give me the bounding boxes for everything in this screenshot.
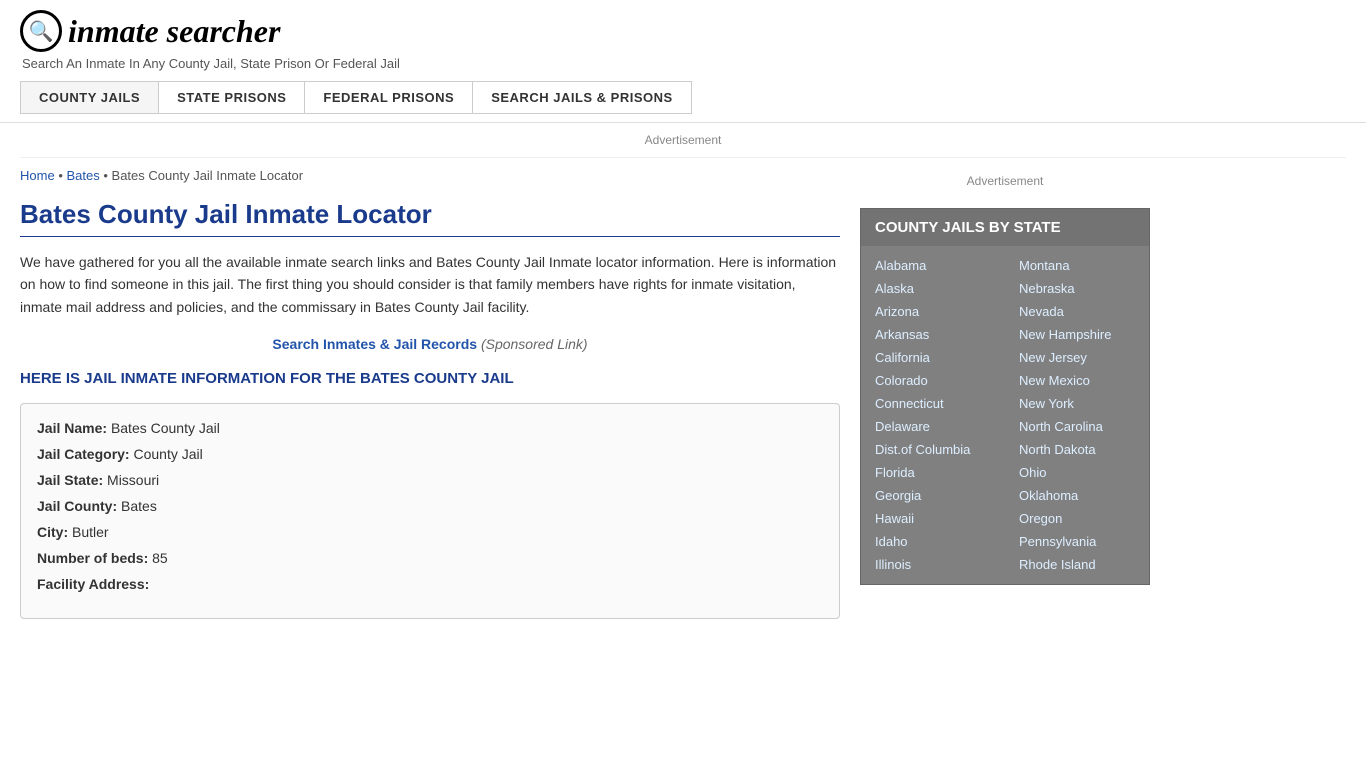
logo-searcher: searcher bbox=[159, 13, 281, 49]
state-link[interactable]: Rhode Island bbox=[1005, 553, 1149, 576]
breadcrumb-home[interactable]: Home bbox=[20, 168, 55, 183]
jail-category-row: Jail Category: County Jail bbox=[37, 446, 823, 462]
search-link-area: Search Inmates & Jail Records (Sponsored… bbox=[20, 336, 840, 352]
beds_label: Number of beds: bbox=[37, 550, 148, 566]
state-link[interactable]: Colorado bbox=[861, 369, 1005, 392]
state-link[interactable]: California bbox=[861, 346, 1005, 369]
state-link[interactable]: Alabama bbox=[861, 254, 1005, 277]
jail-state-row: Jail State: Missouri bbox=[37, 472, 823, 488]
logo-icon: 🔍 bbox=[20, 10, 62, 52]
description: We have gathered for you all the availab… bbox=[20, 251, 840, 318]
state-link[interactable]: Ohio bbox=[1005, 461, 1149, 484]
main-layout: Home • Bates • Bates County Jail Inmate … bbox=[0, 158, 1366, 629]
sidebar-ad: Advertisement bbox=[860, 168, 1150, 194]
state-col2: MontanaNebraskaNevadaNew HampshireNew Je… bbox=[1005, 254, 1149, 576]
jail-county-row: Jail County: Bates bbox=[37, 498, 823, 514]
name_value: Bates County Jail bbox=[111, 420, 220, 436]
state-link[interactable]: Montana bbox=[1005, 254, 1149, 277]
state_label: Jail State: bbox=[37, 472, 103, 488]
logo-area: 🔍 inmate searcher bbox=[20, 10, 1346, 52]
state-link[interactable]: North Dakota bbox=[1005, 438, 1149, 461]
state-link[interactable]: Hawaii bbox=[861, 507, 1005, 530]
state-link[interactable]: Oklahoma bbox=[1005, 484, 1149, 507]
state-link[interactable]: New Hampshire bbox=[1005, 323, 1149, 346]
nav-county-jails[interactable]: COUNTY JAILS bbox=[21, 82, 159, 113]
category_label: Jail Category: bbox=[37, 446, 130, 462]
logo-text: inmate searcher bbox=[68, 13, 280, 50]
state-link[interactable]: Arkansas bbox=[861, 323, 1005, 346]
city_value: Butler bbox=[72, 524, 109, 540]
jail-beds-row: Number of beds: 85 bbox=[37, 550, 823, 566]
state-link[interactable]: Arizona bbox=[861, 300, 1005, 323]
nav-search-jails[interactable]: SEARCH JAILS & PRISONS bbox=[473, 82, 690, 113]
jail-name-row: Jail Name: Bates County Jail bbox=[37, 420, 823, 436]
state-link[interactable]: Idaho bbox=[861, 530, 1005, 553]
state-link[interactable]: New Jersey bbox=[1005, 346, 1149, 369]
state-link[interactable]: Dist.of Columbia bbox=[861, 438, 1005, 461]
breadcrumb-sep2: • bbox=[103, 168, 111, 183]
logo-inmate: inmate bbox=[68, 13, 159, 49]
info-box: Jail Name: Bates County Jail Jail Catego… bbox=[20, 403, 840, 619]
nav-federal-prisons[interactable]: FEDERAL PRISONS bbox=[305, 82, 473, 113]
tagline: Search An Inmate In Any County Jail, Sta… bbox=[22, 56, 1346, 71]
name_label: Jail Name: bbox=[37, 420, 107, 436]
city_label: City: bbox=[37, 524, 68, 540]
state-link[interactable]: Alaska bbox=[861, 277, 1005, 300]
beds_value: 85 bbox=[152, 550, 168, 566]
state-link[interactable]: Nebraska bbox=[1005, 277, 1149, 300]
category_value: County Jail bbox=[133, 446, 202, 462]
state-link[interactable]: New Mexico bbox=[1005, 369, 1149, 392]
breadcrumb: Home • Bates • Bates County Jail Inmate … bbox=[20, 168, 840, 183]
county_value: Bates bbox=[121, 498, 157, 514]
main-nav: COUNTY JAILS STATE PRISONS FEDERAL PRISO… bbox=[20, 81, 692, 114]
nav-state-prisons[interactable]: STATE PRISONS bbox=[159, 82, 305, 113]
state-link[interactable]: Florida bbox=[861, 461, 1005, 484]
state-link[interactable]: Delaware bbox=[861, 415, 1005, 438]
ad-banner: Advertisement bbox=[20, 123, 1346, 158]
state-link[interactable]: Oregon bbox=[1005, 507, 1149, 530]
sidebar: Advertisement COUNTY JAILS BY STATE Alab… bbox=[860, 168, 1150, 619]
content-area: Home • Bates • Bates County Jail Inmate … bbox=[20, 168, 840, 619]
state-link[interactable]: Nevada bbox=[1005, 300, 1149, 323]
jail-city-row: City: Butler bbox=[37, 524, 823, 540]
search-inmates-link[interactable]: Search Inmates & Jail Records bbox=[272, 336, 477, 352]
sponsored-label: (Sponsored Link) bbox=[481, 336, 588, 352]
state-link[interactable]: Connecticut bbox=[861, 392, 1005, 415]
state-col1: AlabamaAlaskaArizonaArkansasCaliforniaCo… bbox=[861, 254, 1005, 576]
state-link[interactable]: New York bbox=[1005, 392, 1149, 415]
county_label: Jail County: bbox=[37, 498, 117, 514]
page-title: Bates County Jail Inmate Locator bbox=[20, 199, 840, 237]
state-link[interactable]: Pennsylvania bbox=[1005, 530, 1149, 553]
state-link[interactable]: Illinois bbox=[861, 553, 1005, 576]
state-link[interactable]: Georgia bbox=[861, 484, 1005, 507]
state-columns: AlabamaAlaskaArizonaArkansasCaliforniaCo… bbox=[861, 246, 1149, 584]
jail-address-row: Facility Address: bbox=[37, 576, 823, 592]
breadcrumb-parent[interactable]: Bates bbox=[66, 168, 99, 183]
state-link[interactable]: North Carolina bbox=[1005, 415, 1149, 438]
state-box-header: COUNTY JAILS BY STATE bbox=[861, 209, 1149, 246]
state_value: Missouri bbox=[107, 472, 159, 488]
state-box: COUNTY JAILS BY STATE AlabamaAlaskaArizo… bbox=[860, 208, 1150, 585]
subheading: HERE IS JAIL INMATE INFORMATION FOR THE … bbox=[20, 370, 840, 387]
jail-address-label: Facility Address: bbox=[37, 576, 149, 592]
breadcrumb-current: Bates County Jail Inmate Locator bbox=[112, 168, 304, 183]
site-header: 🔍 inmate searcher Search An Inmate In An… bbox=[0, 0, 1366, 123]
